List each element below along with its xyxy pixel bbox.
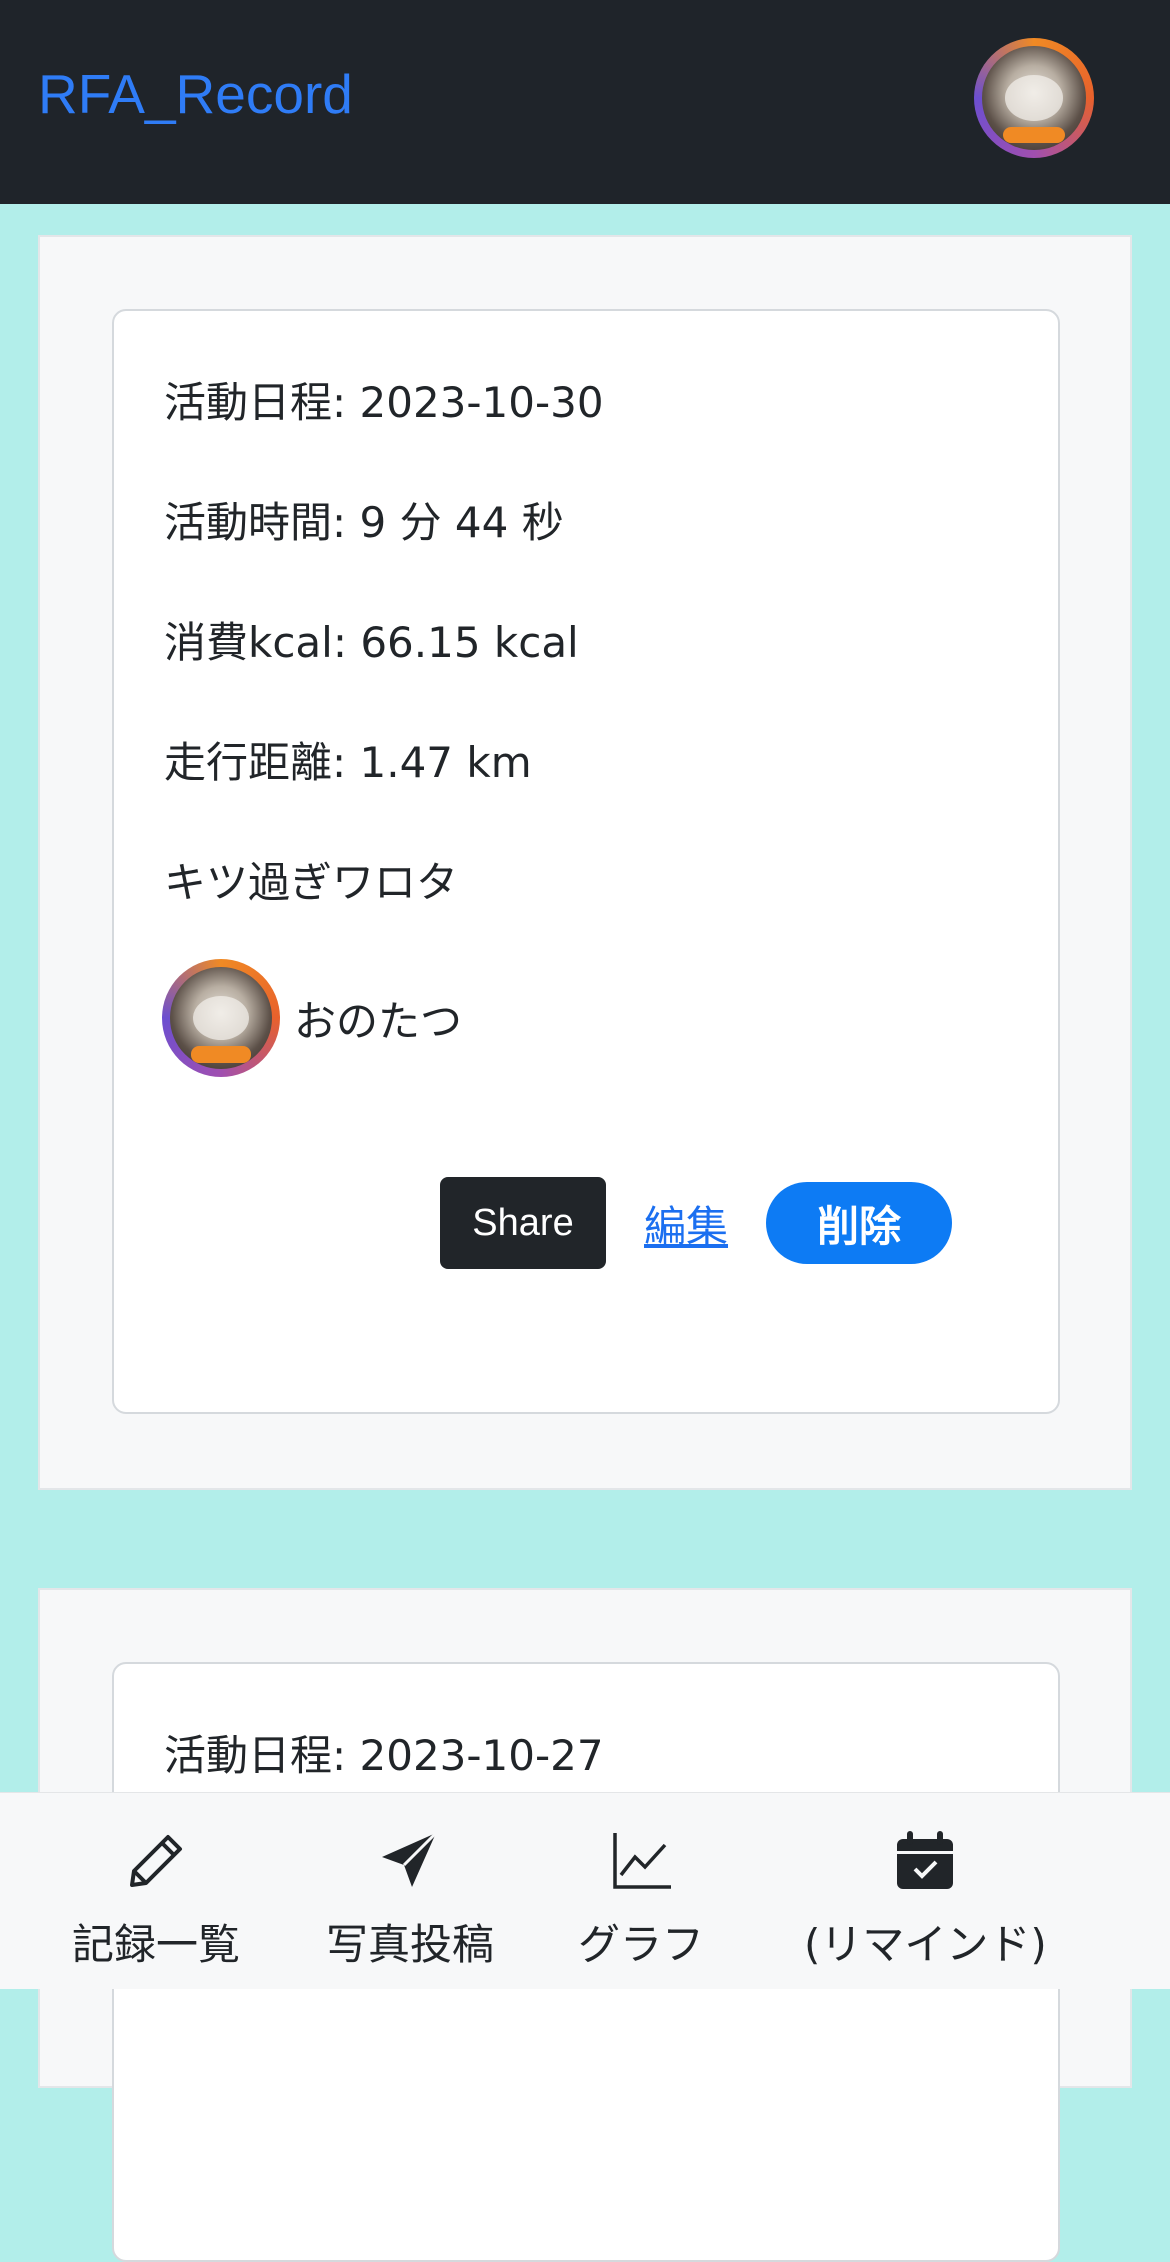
comment: キツ過ぎワロタ [164,858,459,907]
nav-label: (リマインド) [804,1920,1047,1969]
nav-label: 写真投稿 [326,1920,495,1969]
activity-duration: 活動時間: 9 分 44 秒 [164,498,564,547]
profile-avatar[interactable] [974,38,1094,158]
user-row: おのたつ [162,959,462,1077]
avatar-image [982,46,1086,150]
share-button[interactable]: Share [440,1177,606,1269]
nav-item-graph[interactable]: グラフ [578,1829,704,1972]
record-panel: 活動日程: 2023-10-30 活動時間: 9 分 44 秒 消費kcal: … [38,235,1132,1490]
record-actions: Share 編集 削除 [440,1177,953,1269]
calories-burned: 消費kcal: 66.15 kcal [164,618,579,667]
nav-label: グラフ [578,1920,705,1969]
record-card: 活動日程: 2023-10-30 活動時間: 9 分 44 秒 消費kcal: … [112,309,1060,1414]
chart-line-icon [613,1833,671,1889]
brand-link[interactable]: RFA_Record [38,62,353,126]
edit-link[interactable]: 編集 [644,1193,728,1254]
bottom-nav: 記録一覧 写真投稿 グラフ (リマインド) [0,1792,1170,1989]
nav-item-reminder[interactable]: (リマインド) [804,1829,1047,1972]
delete-button[interactable]: 削除 [766,1182,953,1264]
nav-item-photo-post[interactable]: 写真投稿 [326,1829,494,1972]
distance: 走行距離: 1.47 km [164,738,532,787]
pencil-icon [130,1835,182,1887]
send-icon [382,1831,438,1887]
avatar-image [170,967,272,1069]
nav-label: 記録一覧 [72,1920,241,1969]
user-avatar[interactable] [162,959,280,1077]
nav-item-records[interactable]: 記録一覧 [72,1829,240,1972]
activity-date: 活動日程: 2023-10-30 [164,378,604,427]
user-name[interactable]: おのたつ [294,988,462,1049]
top-navbar: RFA_Record [0,0,1170,204]
calendar-check-icon [897,1831,954,1889]
activity-date: 活動日程: 2023-10-27 [164,1731,604,1780]
